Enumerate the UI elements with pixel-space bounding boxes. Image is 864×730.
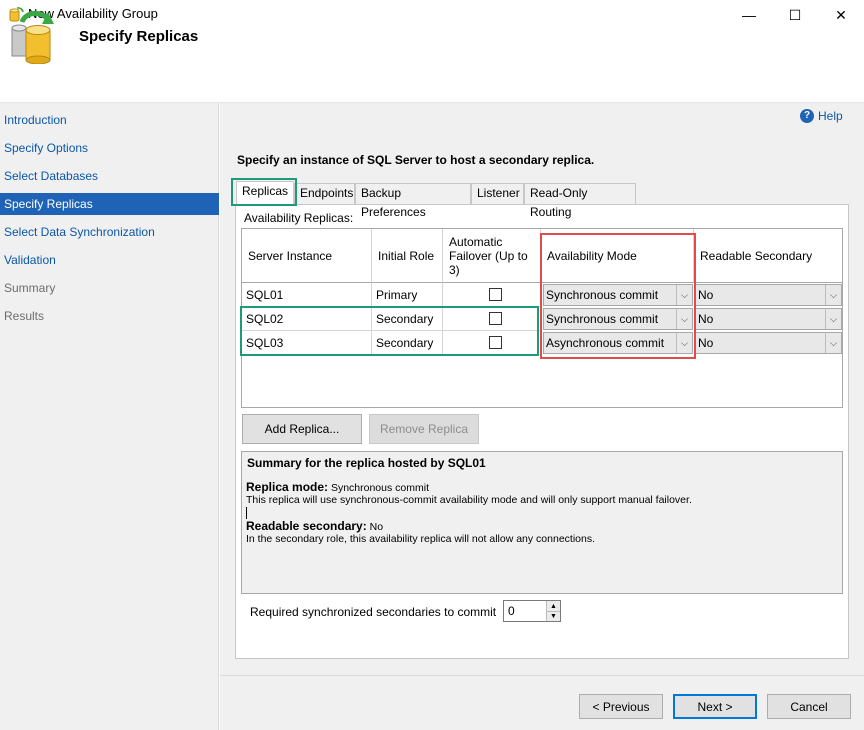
required-sync-value[interactable]: 0: [508, 604, 515, 618]
sidebar-item-specify-options[interactable]: Specify Options: [0, 137, 219, 159]
help-icon: ?: [800, 109, 814, 123]
table-row-1-server[interactable]: SQL01: [242, 283, 372, 307]
highlight-replicas-tab: [231, 178, 297, 206]
add-replica-button[interactable]: Add Replica...: [242, 414, 362, 444]
header-readable-secondary: Readable Secondary: [694, 229, 842, 283]
sidebar-item-summary: Summary: [4, 281, 56, 295]
readable-secondary-select[interactable]: No ⌵: [695, 332, 842, 354]
readable-secondary-select[interactable]: No ⌵: [695, 308, 842, 330]
chevron-down-icon: ⌵: [825, 333, 841, 353]
highlight-availability-mode: [540, 233, 696, 359]
readable-secondary-select[interactable]: No ⌵: [695, 284, 842, 306]
header-initial-role: Initial Role: [372, 229, 443, 283]
header-server-instance-label: Server Instance: [248, 248, 333, 263]
availability-replicas-label: Availability Replicas:: [244, 211, 354, 225]
stepper-up-icon[interactable]: ▲: [546, 601, 560, 611]
table-row-1-role: Primary: [372, 283, 443, 307]
readable-secondary-value: No: [698, 312, 714, 326]
text-caret: [246, 507, 247, 519]
page-title: Specify Replicas: [79, 28, 199, 45]
maximize-button[interactable]: ☐: [772, 0, 818, 30]
header-initial-role-label: Initial Role: [378, 248, 435, 263]
readable-secondary-line: Readable secondary: No: [246, 519, 383, 533]
required-sync-stepper[interactable]: 0 ▲ ▼: [503, 600, 561, 622]
replica-mode-label: Replica mode:: [246, 480, 329, 494]
replica-mode-line: Replica mode: Synchronous commit: [246, 480, 429, 494]
readable-secondary-summary-value: No: [369, 521, 384, 533]
sidebar-item-introduction[interactable]: Introduction: [0, 109, 219, 131]
highlight-secondary-rows: [240, 306, 539, 356]
minimize-button[interactable]: —: [726, 0, 772, 30]
cancel-button[interactable]: Cancel: [767, 694, 851, 719]
readable-secondary-description: In the secondary role, this availability…: [246, 533, 596, 545]
sidebar-item-select-databases[interactable]: Select Databases: [0, 165, 219, 187]
sidebar-item-results: Results: [4, 309, 45, 323]
header-readable-secondary-label: Readable Secondary: [700, 248, 813, 263]
sidebar-item-specify-replicas[interactable]: Specify Replicas: [0, 193, 219, 215]
tab-backup-preferences[interactable]: Backup Preferences: [355, 183, 471, 219]
database-sync-icon: [11, 10, 54, 64]
tab-read-only-routing[interactable]: Read-Only Routing: [524, 183, 636, 219]
header-auto-failover-label: Automatic Failover (Up to 3): [449, 234, 528, 277]
wizard-sidebar: Introduction Specify Options Select Data…: [0, 103, 219, 730]
footer-divider: [220, 675, 864, 676]
close-button[interactable]: ✕: [818, 0, 864, 30]
table-row-1-failover: [443, 283, 541, 307]
help-link[interactable]: ? Help: [800, 109, 843, 123]
readable-secondary-label: Readable secondary:: [246, 519, 367, 533]
readable-secondary-value: No: [698, 288, 714, 302]
chevron-down-icon: ⌵: [825, 309, 841, 329]
instruction-text: Specify an instance of SQL Server to hos…: [237, 153, 595, 167]
tab-endpoints[interactable]: Endpoints: [294, 183, 355, 204]
auto-failover-checkbox[interactable]: [489, 288, 502, 301]
required-sync-label: Required synchronized secondaries to com…: [250, 605, 497, 619]
stepper-down-icon[interactable]: ▼: [546, 611, 560, 621]
replica-mode-value: Synchronous commit: [330, 482, 429, 494]
sidebar-item-select-data-synchronization[interactable]: Select Data Synchronization: [0, 221, 219, 243]
previous-button[interactable]: < Previous: [579, 694, 663, 719]
next-button[interactable]: Next >: [673, 694, 757, 719]
sidebar-item-validation[interactable]: Validation: [0, 249, 219, 271]
header-server-instance: Server Instance: [242, 229, 372, 283]
help-label: Help: [818, 109, 843, 123]
header-auto-failover: Automatic Failover (Up to 3): [443, 229, 541, 283]
readable-secondary-value: No: [698, 336, 714, 350]
tab-listener[interactable]: Listener: [471, 183, 524, 204]
replica-mode-description: This replica will use synchronous-commit…: [246, 494, 692, 506]
chevron-down-icon: ⌵: [825, 285, 841, 305]
remove-replica-button: Remove Replica: [369, 414, 479, 444]
summary-title: Summary for the replica hosted by SQL01: [247, 456, 486, 470]
